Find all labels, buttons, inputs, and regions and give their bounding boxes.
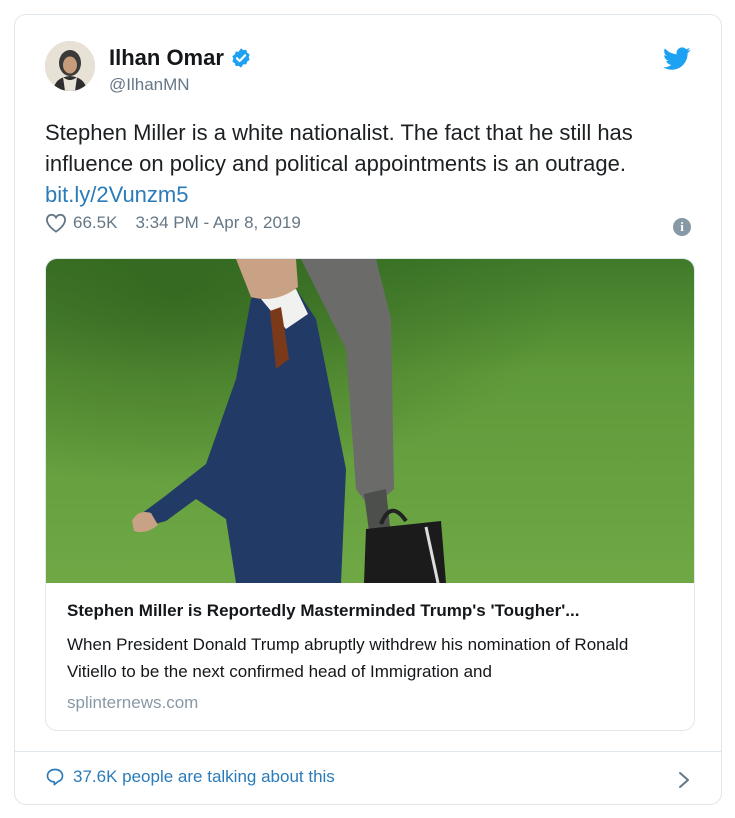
tweet-timestamp[interactable]: 3:34 PM - Apr 8, 2019 — [135, 213, 300, 233]
author-name[interactable]: Ilhan Omar — [109, 45, 224, 71]
info-icon[interactable]: i — [673, 218, 691, 236]
heart-icon[interactable] — [45, 213, 67, 233]
tweet-body: Stephen Miller is a white nationalist. T… — [45, 120, 633, 176]
author-name-row[interactable]: Ilhan Omar — [109, 45, 252, 71]
preview-image — [46, 259, 694, 583]
chevron-right-icon[interactable] — [677, 771, 691, 789]
preview-domain: splinternews.com — [67, 693, 199, 712]
tweet-link[interactable]: bit.ly/2Vunzm5 — [45, 179, 695, 210]
preview-body: Stephen Miller is Reportedly Masterminde… — [67, 601, 677, 713]
talking-about-label[interactable]: 37.6K people are talking about this — [73, 767, 335, 787]
link-preview-card[interactable]: Stephen Miller is Reportedly Masterminde… — [45, 258, 695, 731]
preview-description: When President Donald Trump abruptly wit… — [67, 635, 629, 681]
tweet-meta: 66.5K 3:34 PM - Apr 8, 2019 — [45, 213, 301, 233]
reply-bubble-icon — [46, 768, 64, 786]
verified-badge-icon — [232, 48, 250, 68]
footer-divider — [15, 751, 721, 752]
author-handle[interactable]: @IlhanMN — [109, 75, 190, 95]
tweet-text: Stephen Miller is a white nationalist. T… — [45, 117, 695, 210]
talking-about-link[interactable]: 37.6K people are talking about this — [45, 767, 335, 787]
user-avatar-icon — [45, 41, 95, 91]
avatar[interactable] — [45, 41, 95, 91]
twitter-bird-icon[interactable] — [663, 47, 691, 71]
tweet-card: Ilhan Omar @IlhanMN Stephen Miller is a … — [14, 14, 722, 805]
like-count[interactable]: 66.5K — [73, 213, 117, 233]
preview-title: Stephen Miller is Reportedly Masterminde… — [67, 601, 580, 620]
